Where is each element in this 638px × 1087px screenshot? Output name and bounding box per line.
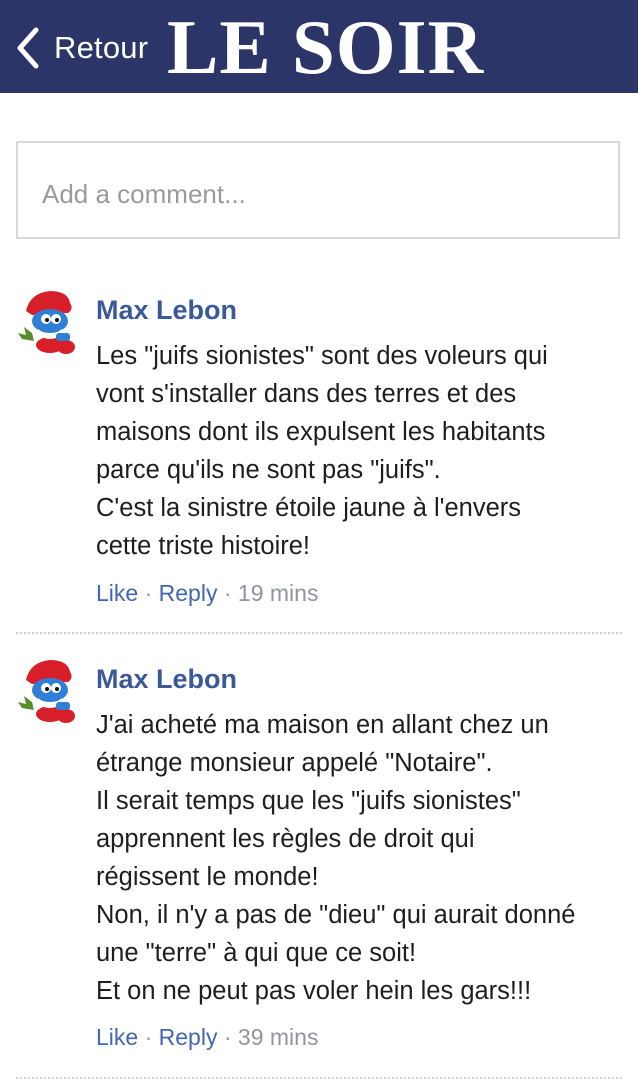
action-separator: · (144, 1024, 159, 1050)
comment-text-line: une "terre" à qui que ce soit! (96, 939, 417, 967)
like-link[interactable]: Like (96, 1024, 138, 1050)
like-link[interactable]: Like (96, 580, 138, 606)
reply-link[interactable]: Reply (159, 1024, 218, 1050)
comment-text-line: apprennent les règles de droit qui (96, 825, 475, 853)
action-separator: · (223, 1024, 238, 1050)
comment-text-line: cette triste histoire! (96, 532, 310, 560)
comment-text-line: C'est la sinistre étoile jaune à l'enver… (96, 494, 522, 522)
comment-text: Les "juifs sionistes" sont des voleurs q… (96, 337, 626, 565)
action-separator: · (144, 580, 159, 606)
back-button[interactable]: Retour (14, 26, 148, 70)
add-comment-box[interactable] (16, 141, 620, 239)
action-separator: · (223, 580, 238, 606)
comment-input[interactable] (40, 173, 604, 215)
comment-text-line: régissent le monde! (96, 863, 319, 891)
comment-text-line: parce qu'ils ne sont pas "juifs". (96, 456, 441, 484)
back-label: Retour (54, 30, 149, 65)
comment-timestamp: 19 mins (237, 580, 319, 606)
chevron-left-icon (17, 27, 39, 69)
comment-divider (16, 632, 622, 634)
comment-timestamp: 39 mins (237, 1024, 319, 1050)
comment-text-line: Non, il n'y a pas de "dieu" qui aurait d… (96, 901, 576, 929)
reply-link[interactable]: Reply (159, 580, 218, 606)
comment-text: J'ai acheté ma maison en allant chez un … (96, 706, 626, 1010)
comment-actions: Like · Reply · 19 mins (96, 578, 318, 608)
comment-text-line: vont s'installer dans des terres et des (96, 380, 517, 408)
smurf-avatar-icon[interactable] (16, 658, 80, 724)
top-navigation-bar: Retour LE SOIR (0, 0, 638, 93)
comment-text-line: étrange monsieur appelé "Notaire". (96, 749, 493, 777)
comment-divider (16, 1077, 622, 1079)
comment-author[interactable]: Max Lebon (96, 293, 237, 327)
smurf-avatar-icon[interactable] (16, 289, 80, 355)
comment-text-line: Et on ne peut pas voler hein les gars!!! (96, 977, 532, 1005)
comment-text-line: maisons dont ils expulsent les habitants (96, 418, 546, 446)
comment-text-line: Les "juifs sionistes" sont des voleurs q… (96, 342, 548, 370)
comment-text-line: Il serait temps que les "juifs sionistes… (96, 787, 521, 815)
le-soir-logo: LE SOIR (167, 4, 485, 90)
comment-text-line: J'ai acheté ma maison en allant chez un (96, 711, 549, 739)
comment-author[interactable]: Max Lebon (96, 662, 237, 696)
comment-actions: Like · Reply · 39 mins (96, 1022, 318, 1052)
